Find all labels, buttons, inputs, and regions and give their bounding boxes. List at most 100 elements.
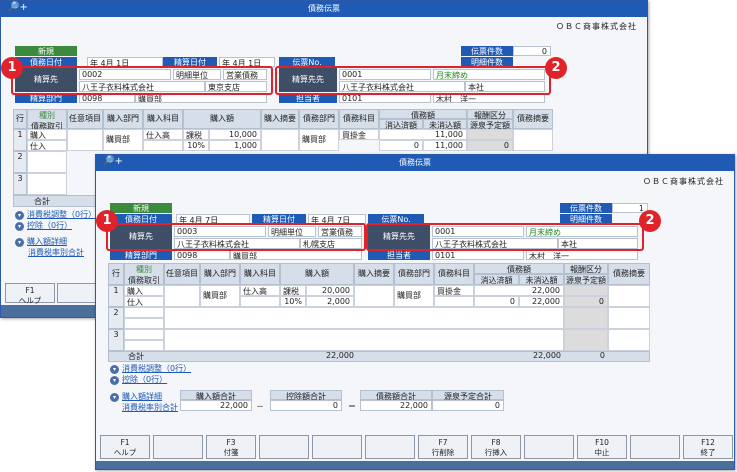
- front-r1-debt-amount[interactable]: 22,000: [474, 285, 564, 296]
- back-col-debt-memo: 債務摘要: [513, 109, 553, 129]
- back-r1-memo[interactable]: [261, 129, 299, 151]
- front-total-amount: 22,000: [326, 351, 354, 360]
- front-col-unreduce: 未消込額: [519, 274, 564, 285]
- fkey-8[interactable]: F8 行挿入: [471, 435, 521, 459]
- back-deduct-label: 控除（0行）: [27, 221, 73, 230]
- fkey-3[interactable]: F3 付箋: [206, 435, 256, 459]
- front-col-reduce: 消込済額: [474, 274, 519, 285]
- front-r1-subject-b[interactable]: [240, 296, 280, 307]
- fkey-9[interactable]: [524, 435, 574, 459]
- front-r1-tax[interactable]: 課税: [280, 285, 306, 296]
- front-r3-kind-a[interactable]: [124, 329, 164, 340]
- back-tax-rate-total-link[interactable]: 消費税率別合計: [28, 247, 84, 258]
- front-col-memo: 購入摘要: [354, 263, 394, 285]
- back-tax-adjust-link[interactable]: ▾ 消費税調整（0行）: [15, 209, 96, 220]
- front-r1-rate[interactable]: 10%: [280, 296, 306, 307]
- front-r1-kind-b[interactable]: 仕入: [124, 296, 164, 307]
- front-r1-debt-subject-b[interactable]: [434, 296, 474, 307]
- front-tax-adjust-link[interactable]: ▾ 消費税調整（0行）: [110, 363, 191, 374]
- fkey-5[interactable]: [312, 435, 362, 459]
- front-staff-code[interactable]: 0101: [432, 250, 524, 260]
- front-r1-unreduce: 22,000: [519, 296, 564, 307]
- fkey-11[interactable]: [630, 435, 680, 459]
- front-r1-debt-memo[interactable]: [608, 285, 650, 307]
- front-r1-kind-a[interactable]: 購入: [124, 285, 164, 296]
- fkey-2[interactable]: [153, 435, 203, 459]
- back-company-name: ＯＢＣ商事株式会社: [556, 22, 637, 31]
- back-r1-tax[interactable]: 課税: [183, 129, 209, 140]
- back-r1-subject[interactable]: 仕入高: [143, 129, 183, 140]
- front-sum-deduct: 0: [270, 400, 342, 411]
- front-r1-amount[interactable]: 20,000: [306, 285, 354, 296]
- fkey-7[interactable]: F7 行削除: [418, 435, 468, 459]
- front-r1-debt-subject[interactable]: 買掛金: [434, 285, 474, 296]
- front-purchase-detail-link[interactable]: ▾ 購入額詳細: [110, 391, 162, 402]
- front-r2-kind-a[interactable]: [124, 307, 164, 318]
- back-purchase-detail-link[interactable]: ▾ 購入額詳細: [15, 236, 67, 247]
- back-r1-kind-a[interactable]: 購入: [27, 129, 67, 140]
- back-col-memo: 購入摘要: [261, 109, 299, 129]
- front-tax-rate-total-link[interactable]: 消費税率別合計: [122, 402, 178, 413]
- front-count-label: 伝票件数: [560, 203, 612, 213]
- front-total-label: 合計: [128, 352, 144, 361]
- front-r3-kind-b[interactable]: [124, 340, 164, 351]
- front-r3-memo[interactable]: [608, 329, 650, 351]
- front-col-item: 任意項目: [164, 263, 200, 285]
- front-r2-memo[interactable]: [608, 307, 650, 329]
- back-col-kind-top: 種別: [39, 111, 55, 120]
- front-col-kind: 種別 債務取引: [124, 263, 164, 285]
- front-r1-tax-amount[interactable]: 2,000: [306, 296, 354, 307]
- front-r1-debt-dept[interactable]: 購買部: [394, 285, 434, 307]
- fkey-10[interactable]: F10 中止: [577, 435, 627, 459]
- front-r2-rest[interactable]: [164, 307, 564, 329]
- back-r1-rate[interactable]: 10%: [183, 140, 209, 151]
- back-r1-kind-b[interactable]: 仕入: [27, 140, 67, 151]
- front-r1-subject[interactable]: 仕入高: [240, 285, 280, 296]
- back-col-item: 任意項目: [67, 109, 103, 129]
- back-r1-item[interactable]: [67, 129, 103, 151]
- fkey-1[interactable]: F1 ヘルプ: [100, 435, 150, 459]
- front-r1-reduce: 0: [474, 296, 519, 307]
- back-r1-debt-memo[interactable]: [513, 129, 553, 151]
- front-col-pay: 源泉予定額: [564, 274, 608, 285]
- back-r1-debt-amount[interactable]: 11,000: [379, 129, 467, 140]
- back-r3-kind[interactable]: [27, 173, 67, 195]
- front-dept-code[interactable]: 0098: [174, 250, 230, 260]
- front-col-row: 行: [108, 263, 124, 285]
- front-r1-dept[interactable]: 購買部: [200, 285, 240, 307]
- back-r2-kind[interactable]: [27, 151, 67, 173]
- front-r2-kind-b[interactable]: [124, 318, 164, 329]
- fkey-12[interactable]: F12 終了: [683, 435, 733, 459]
- fkey-8-label: 行挿入: [484, 448, 508, 457]
- back-col-debt-amount: 債務額: [379, 109, 467, 120]
- fkey-4[interactable]: [259, 435, 309, 459]
- back-r1-report: [467, 129, 513, 140]
- back-r1-debt-subject[interactable]: 買掛金: [339, 129, 379, 140]
- fkey-1-label: ヘルプ: [113, 448, 137, 457]
- back-count-field: 0: [513, 46, 551, 56]
- back-r1-amount[interactable]: 10,000: [209, 129, 261, 140]
- fkey-3-label: 付箋: [223, 448, 239, 457]
- back-r1-subject-b[interactable]: [143, 140, 183, 151]
- back-highlight-1: [11, 66, 273, 95]
- front-col-debt-amount: 債務額: [474, 263, 564, 274]
- front-dept-name: 購買部: [230, 250, 362, 260]
- chevron-down-icon: ▾: [110, 365, 119, 374]
- back-r1-debt-dept[interactable]: 購買部: [299, 129, 339, 151]
- back-col-subject: 購入科目: [143, 109, 183, 129]
- back-f1-key[interactable]: F1 ヘルプ: [5, 283, 55, 305]
- front-marker-2: 2: [639, 210, 661, 232]
- front-deduct-link[interactable]: ▾ 控除（0行）: [110, 374, 167, 385]
- back-f2-key[interactable]: [57, 283, 97, 303]
- front-r3-rest[interactable]: [164, 329, 564, 351]
- chevron-down-icon: ▾: [15, 211, 24, 220]
- back-window-title: 債務伝票: [308, 4, 340, 13]
- fkey-6[interactable]: [365, 435, 415, 459]
- back-deduct-link[interactable]: ▾ 控除（0行）: [15, 220, 72, 231]
- front-sum-debt: 22,000: [360, 400, 432, 411]
- back-r1-dept[interactable]: 購買部: [103, 129, 143, 151]
- front-r1-memo[interactable]: [354, 285, 394, 307]
- back-r1-tax-amount[interactable]: 1,000: [209, 140, 261, 151]
- front-r1-item[interactable]: [164, 285, 200, 307]
- front-equals-sign: ＝: [348, 402, 356, 411]
